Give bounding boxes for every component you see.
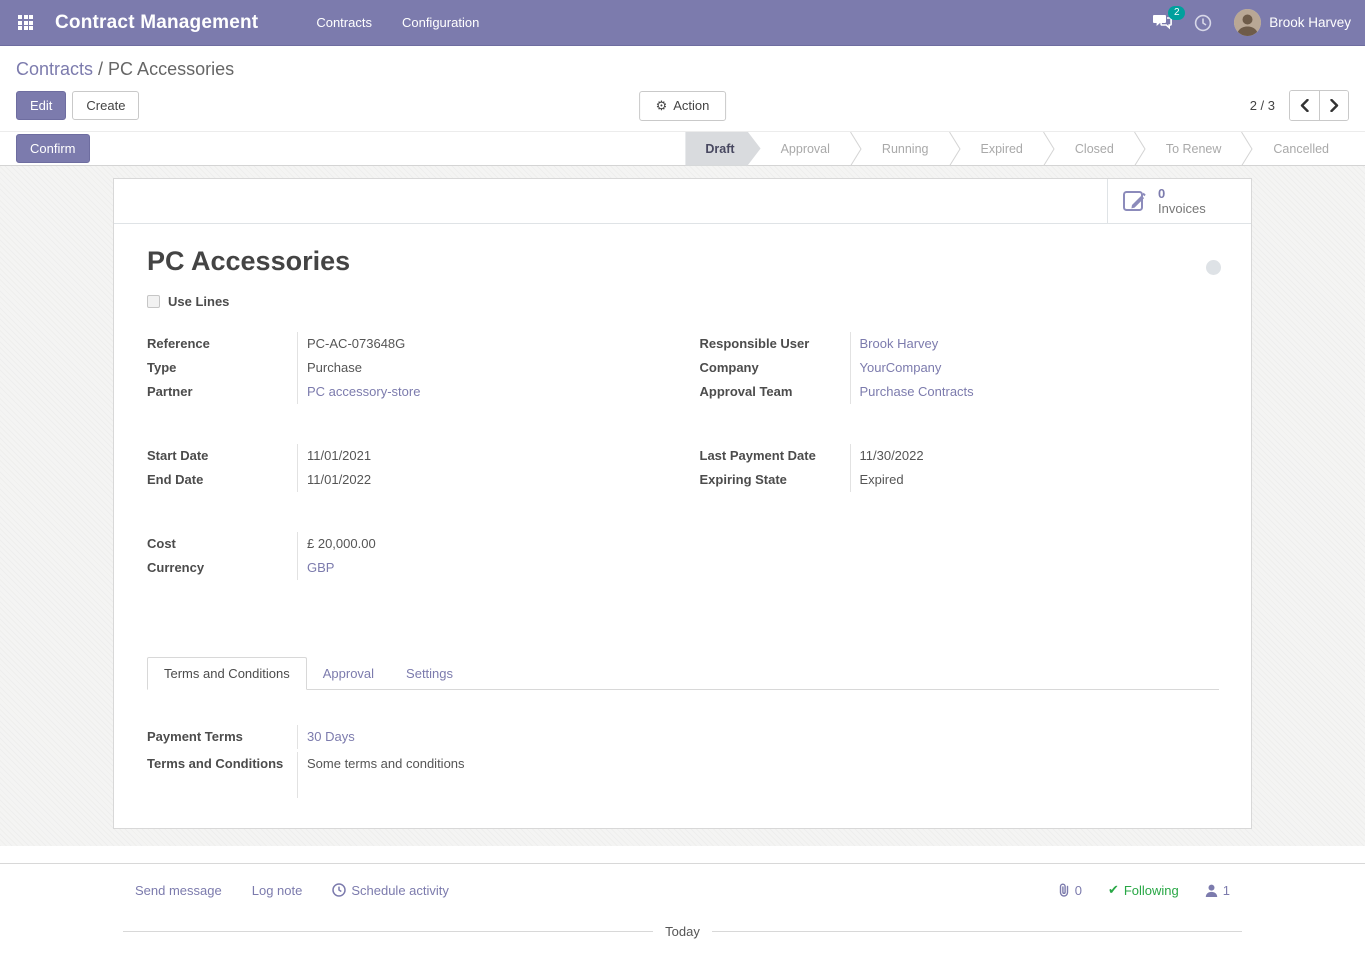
- field-responsible-user: Responsible User Brook Harvey: [700, 332, 1220, 356]
- use-lines-checkbox[interactable]: [147, 295, 160, 308]
- followers-count: 1: [1223, 883, 1230, 898]
- schedule-activity-button[interactable]: Schedule activity: [332, 883, 449, 898]
- following-toggle[interactable]: ✔ Following: [1108, 882, 1179, 898]
- activities-clock-icon[interactable]: [1194, 14, 1212, 32]
- breadcrumb-current: PC Accessories: [108, 59, 234, 79]
- paperclip-icon: [1058, 883, 1070, 897]
- field-type: Type Purchase: [147, 356, 667, 380]
- attachments-button[interactable]: 0: [1058, 883, 1082, 898]
- currency-link[interactable]: GBP: [307, 560, 334, 575]
- invoices-stat-button[interactable]: 0 Invoices: [1107, 179, 1251, 223]
- app-title[interactable]: Contract Management: [55, 12, 258, 34]
- user-name: Brook Harvey: [1269, 15, 1351, 30]
- action-button[interactable]: ⚙ Action: [639, 91, 727, 121]
- stage-separator: [1241, 132, 1253, 166]
- start-date-value: 11/01/2021: [297, 444, 667, 468]
- last-payment-date-value: 11/30/2022: [850, 444, 1220, 468]
- field-payment-terms: Payment Terms 30 Days: [147, 725, 1219, 749]
- menu-contracts[interactable]: Contracts: [316, 15, 372, 30]
- messages-icon[interactable]: 2: [1152, 13, 1172, 33]
- edit-button[interactable]: Edit: [16, 91, 66, 120]
- follower-person-icon: [1205, 884, 1218, 897]
- record-title: PC Accessories: [147, 246, 1219, 277]
- form-sheet: 0 Invoices PC Accessories Use Lines Refe…: [113, 178, 1252, 829]
- type-value: Purchase: [297, 356, 667, 380]
- invoices-label: Invoices: [1158, 201, 1206, 216]
- responsible-user-link[interactable]: Brook Harvey: [860, 336, 939, 351]
- field-terms-and-conditions: Terms and Conditions Some terms and cond…: [147, 752, 1219, 798]
- reference-value: PC-AC-073648G: [297, 332, 667, 356]
- notebook-tabs: Terms and Conditions Approval Settings: [147, 657, 1219, 690]
- gear-icon: ⚙: [656, 98, 668, 114]
- field-last-payment-date: Last Payment Date 11/30/2022: [700, 444, 1220, 468]
- partner-link[interactable]: PC accessory-store: [307, 384, 420, 399]
- user-menu[interactable]: Brook Harvey: [1234, 9, 1351, 36]
- tab-approval[interactable]: Approval: [307, 658, 390, 689]
- menu-configuration[interactable]: Configuration: [402, 15, 479, 30]
- control-panel: Contracts / PC Accessories Edit Create ⚙…: [0, 46, 1365, 131]
- terms-and-conditions-value: Some terms and conditions: [297, 752, 1219, 798]
- stage-closed[interactable]: Closed: [1055, 132, 1134, 166]
- field-expiring-state: Expiring State Expired: [700, 468, 1220, 492]
- stage-draft[interactable]: Draft: [685, 132, 760, 166]
- stage-separator: [1043, 132, 1055, 166]
- user-avatar: [1234, 9, 1261, 36]
- breadcrumb-contracts[interactable]: Contracts: [16, 59, 93, 79]
- followers-button[interactable]: 1: [1205, 883, 1230, 898]
- main-menu: Contracts Configuration: [316, 15, 479, 30]
- stage-pipeline: Draft Approval Running Expired Closed To…: [685, 132, 1349, 166]
- date-divider-label: Today: [665, 924, 700, 939]
- use-lines-label: Use Lines: [168, 294, 229, 309]
- edit-document-icon: [1122, 188, 1148, 214]
- stage-approval[interactable]: Approval: [761, 132, 850, 166]
- field-partner: Partner PC accessory-store: [147, 380, 667, 404]
- stage-separator: [949, 132, 961, 166]
- stage-expired[interactable]: Expired: [961, 132, 1043, 166]
- form-view-background: 0 Invoices PC Accessories Use Lines Refe…: [0, 166, 1365, 846]
- field-approval-team: Approval Team Purchase Contracts: [700, 380, 1220, 404]
- field-end-date: End Date 11/01/2022: [147, 468, 667, 492]
- send-message-button[interactable]: Send message: [135, 883, 222, 898]
- chevron-left-icon: [1300, 99, 1309, 112]
- field-cost: Cost £ 20,000.00: [147, 532, 667, 556]
- log-note-button[interactable]: Log note: [252, 883, 303, 898]
- statusbar: Confirm Draft Approval Running Expired C…: [0, 131, 1365, 166]
- stage-separator: [850, 132, 862, 166]
- breadcrumb-separator: /: [93, 59, 108, 79]
- stage-cancelled[interactable]: Cancelled: [1253, 132, 1349, 166]
- cost-value: £ 20,000.00: [297, 532, 667, 556]
- chevron-right-icon: [1330, 99, 1339, 112]
- tab-settings[interactable]: Settings: [390, 658, 469, 689]
- apps-menu-icon[interactable]: [18, 15, 33, 30]
- record-status-dot: [1206, 260, 1221, 275]
- button-box: 0 Invoices: [114, 179, 1251, 224]
- approval-team-link[interactable]: Purchase Contracts: [860, 384, 974, 399]
- stage-running[interactable]: Running: [862, 132, 949, 166]
- chatter: Send message Log note Schedule activity …: [0, 863, 1365, 954]
- stage-separator: [1134, 132, 1146, 166]
- end-date-value: 11/01/2022: [297, 468, 667, 492]
- field-reference: Reference PC-AC-073648G: [147, 332, 667, 356]
- clock-icon: [332, 883, 346, 897]
- pager-previous-button[interactable]: [1290, 91, 1319, 120]
- tab-terms-and-conditions[interactable]: Terms and Conditions: [147, 657, 307, 690]
- breadcrumb: Contracts / PC Accessories: [16, 59, 1349, 80]
- confirm-button[interactable]: Confirm: [16, 134, 90, 163]
- date-divider: Today: [113, 924, 1252, 939]
- pager-next-button[interactable]: [1319, 91, 1348, 120]
- payment-terms-link[interactable]: 30 Days: [307, 729, 355, 744]
- top-navbar: Contract Management Contracts Configurat…: [0, 0, 1365, 46]
- field-company: Company YourCompany: [700, 356, 1220, 380]
- check-icon: ✔: [1108, 882, 1119, 898]
- field-currency: Currency GBP: [147, 556, 667, 580]
- stage-to-renew[interactable]: To Renew: [1146, 132, 1242, 166]
- messages-count-badge: 2: [1168, 6, 1185, 20]
- create-button[interactable]: Create: [72, 91, 139, 120]
- company-link[interactable]: YourCompany: [860, 360, 942, 375]
- expiring-state-value: Expired: [850, 468, 1220, 492]
- invoices-count: 0: [1158, 186, 1165, 201]
- field-start-date: Start Date 11/01/2021: [147, 444, 667, 468]
- attachments-count: 0: [1075, 883, 1082, 898]
- pager-counter: 2 / 3: [1250, 98, 1275, 113]
